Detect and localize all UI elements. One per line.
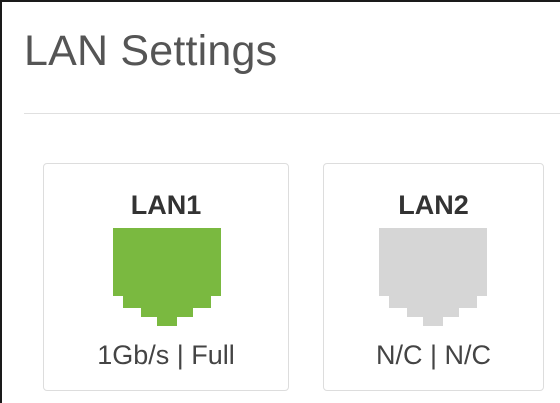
title-divider — [24, 113, 560, 114]
page-title: LAN Settings — [24, 27, 278, 75]
port-status: 1Gb/s | Full — [97, 340, 235, 370]
port-shape — [379, 228, 487, 326]
port-card-lan1[interactable]: LAN1 1Gb/s | Full — [43, 163, 289, 391]
port-name: LAN1 — [130, 190, 202, 220]
port-status: N/C | N/C — [375, 340, 491, 370]
lan-settings-panel: LAN Settings LAN1 1Gb/s | Full LAN2 N/C … — [0, 0, 560, 403]
port-card-lan2[interactable]: LAN2 N/C | N/C — [323, 163, 544, 391]
port-shape — [113, 228, 221, 326]
ethernet-port-icon — [113, 228, 221, 326]
ethernet-port-icon — [379, 228, 487, 326]
port-name: LAN2 — [398, 190, 469, 220]
